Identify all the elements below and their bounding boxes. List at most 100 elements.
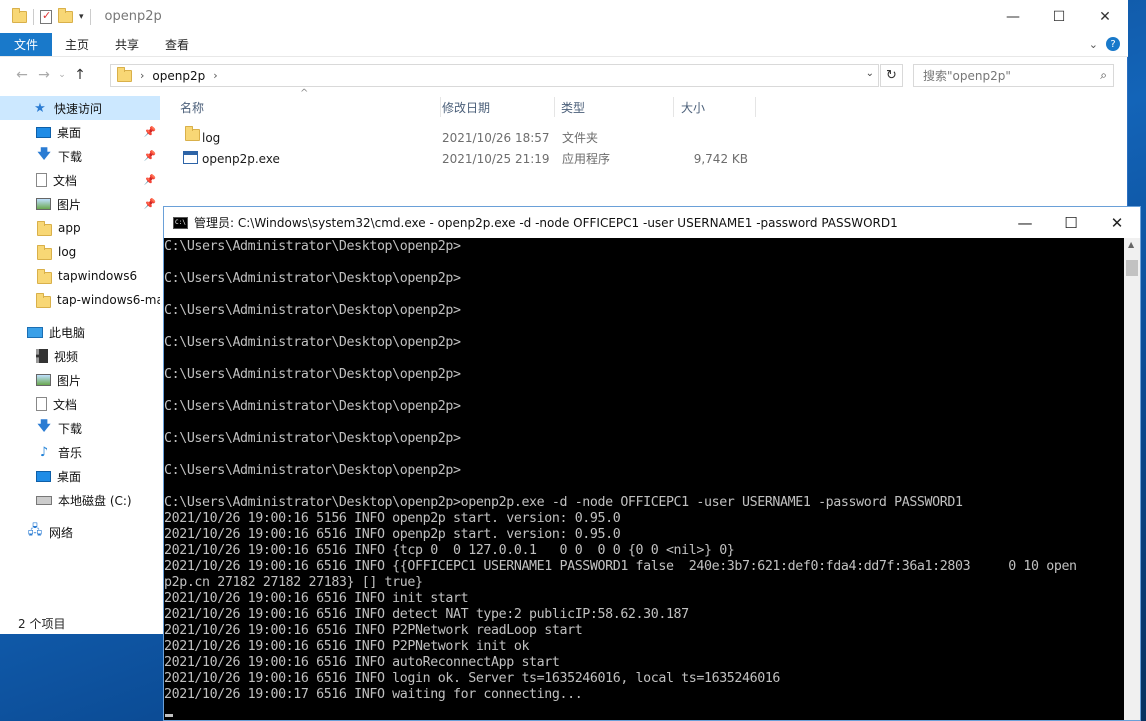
sidebar-item-label: 音乐	[58, 445, 83, 460]
file-date: 2021/10/25 21:19	[442, 151, 550, 166]
console-output[interactable]: C:\Users\Administrator\Desktop\openp2p> C…	[164, 238, 1124, 720]
sidebar-item-tapwindows6[interactable]: tapwindows6	[0, 264, 160, 288]
sidebar-item-label: 文档	[53, 173, 78, 188]
breadcrumb-openp2p[interactable]: openp2p	[152, 69, 205, 83]
folder-icon[interactable]	[12, 7, 27, 23]
pin-icon[interactable]: 📌	[144, 199, 156, 210]
new-folder-icon[interactable]	[58, 7, 73, 23]
sidebar-item-log[interactable]: log	[0, 240, 160, 264]
minimize-button[interactable]: —	[990, 0, 1036, 33]
cmd-window-controls: — ☐ ✕	[1002, 207, 1140, 238]
tab-file[interactable]: 文件	[0, 33, 53, 56]
console-line: 2021/10/26 19:00:17 6516 INFO waiting fo…	[164, 687, 583, 702]
sidebar-item-label: 此电脑	[49, 325, 86, 340]
download-icon: 🡇	[37, 419, 51, 434]
sidebar-item-videos[interactable]: 视频	[0, 344, 160, 368]
qat-dropdown-icon[interactable]: ▾	[79, 12, 84, 22]
cmd-icon[interactable]: C:\	[173, 216, 188, 229]
search-placeholder: 搜索"openp2p"	[923, 69, 1011, 83]
console-line: 2021/10/26 19:00:16 6516 INFO openp2p st…	[164, 527, 621, 542]
column-header-name[interactable]: 名称	[180, 95, 441, 119]
sidebar-item-pictures-pc[interactable]: 图片	[0, 368, 160, 392]
sidebar-item-app[interactable]: app	[0, 216, 160, 240]
file-row[interactable]: openp2p.exe 2021/10/25 21:19 应用程序 9,742 …	[180, 148, 770, 169]
console-line: C:\Users\Administrator\Desktop\openp2p>	[164, 335, 461, 350]
sidebar-item-tap-windows6-ma[interactable]: tap-windows6-ma	[0, 288, 160, 312]
folder-icon	[36, 268, 52, 284]
console-line: C:\Users\Administrator\Desktop\openp2p>	[164, 463, 461, 478]
sidebar-item-this-pc[interactable]: 此电脑	[0, 320, 160, 344]
expand-ribbon-icon[interactable]: ⌄	[1089, 38, 1098, 51]
sidebar-item-desktop[interactable]: 桌面 📌	[0, 120, 160, 144]
folder-icon	[36, 244, 52, 260]
up-arrow-icon[interactable]: ↑	[69, 67, 91, 83]
sidebar-item-music[interactable]: ♪ 音乐	[0, 440, 160, 464]
tab-view[interactable]: 查看	[152, 33, 202, 56]
sidebar-item-downloads-pc[interactable]: 🡇 下载	[0, 416, 160, 440]
console-line: 2021/10/26 19:00:16 6516 INFO login ok. …	[164, 671, 781, 686]
chevron-right-icon[interactable]: ›	[213, 69, 217, 82]
search-icon[interactable]: ⌕	[1100, 68, 1107, 83]
sidebar-item-label: 图片	[57, 197, 82, 212]
cmd-minimize-button[interactable]: —	[1002, 207, 1048, 238]
console-line: C:\Users\Administrator\Desktop\openp2p>	[164, 431, 461, 446]
console-line: p2p.cn 27182 27182 27183} [] true}	[164, 575, 423, 590]
sidebar-item-pictures[interactable]: 图片 📌	[0, 192, 160, 216]
sidebar-item-label: log	[58, 245, 77, 259]
cmd-maximize-button[interactable]: ☐	[1048, 207, 1094, 238]
console-line: C:\Users\Administrator\Desktop\openp2p>	[164, 271, 461, 286]
address-dropdown-icon[interactable]: ⌄	[866, 68, 874, 79]
forward-arrow-icon[interactable]: →	[33, 67, 55, 83]
scrollbar-thumb[interactable]	[1126, 260, 1138, 276]
qat-separator	[89, 8, 91, 25]
scroll-up-icon[interactable]: ▲	[1128, 240, 1134, 249]
pin-icon[interactable]: 📌	[144, 175, 156, 186]
exe-icon	[183, 151, 198, 167]
status-bar-item-count: 2 个项目	[18, 617, 66, 631]
close-button[interactable]: ✕	[1082, 0, 1128, 33]
recent-dropdown-icon[interactable]: ⌄	[55, 70, 69, 80]
back-arrow-icon[interactable]: ←	[11, 67, 33, 83]
sidebar-item-label: 快速访问	[54, 101, 103, 116]
sidebar-item-documents[interactable]: 文档 📌	[0, 168, 160, 192]
sidebar-item-label: app	[58, 221, 81, 235]
console-line: C:\Users\Administrator\Desktop\openp2p>	[164, 367, 461, 382]
file-row[interactable]: log 2021/10/26 18:57 文件夹	[180, 126, 770, 148]
sidebar-item-label: 下载	[58, 149, 83, 164]
sidebar-item-downloads[interactable]: 🡇 下载 📌	[0, 144, 160, 168]
console-line: C:\Users\Administrator\Desktop\openp2p>	[164, 239, 461, 254]
refresh-button[interactable]: ↻	[880, 64, 903, 87]
console-line: 2021/10/26 19:00:16 6516 INFO {tcp 0 0 1…	[164, 543, 735, 558]
sidebar-item-local-disk-c[interactable]: 本地磁盘 (C:)	[0, 488, 160, 512]
folder-icon	[117, 66, 132, 82]
maximize-button[interactable]: ☐	[1036, 0, 1082, 33]
column-header-date[interactable]: 修改日期	[442, 95, 555, 119]
window-title: openp2p	[104, 9, 162, 24]
sidebar-item-documents-pc[interactable]: 文档	[0, 392, 160, 416]
console-line: 2021/10/26 19:00:16 6516 INFO detect NAT…	[164, 607, 689, 622]
cmd-close-button[interactable]: ✕	[1094, 207, 1140, 238]
column-header-type[interactable]: 类型	[561, 95, 674, 119]
sidebar-item-network[interactable]: 🖧 网络	[0, 520, 160, 544]
console-line: C:\Users\Administrator\Desktop\openp2p>	[164, 303, 461, 318]
ribbon-tabs: 文件 主页 共享 查看 ⌄ ?	[0, 33, 1128, 57]
picture-icon	[36, 198, 51, 210]
tab-home[interactable]: 主页	[52, 33, 102, 56]
address-bar[interactable]: › openp2p › ⌄	[110, 64, 879, 87]
search-input[interactable]: 搜索"openp2p" ⌕	[913, 64, 1114, 87]
video-icon	[36, 349, 48, 363]
sidebar-item-quick-access[interactable]: ★ 快速访问	[0, 96, 160, 120]
pin-icon[interactable]: 📌	[144, 127, 156, 138]
chevron-right-icon[interactable]: ›	[140, 69, 144, 82]
cmd-scrollbar[interactable]: ▲	[1124, 238, 1140, 720]
help-icon[interactable]: ?	[1106, 37, 1120, 51]
sidebar-item-label: 视频	[54, 349, 79, 364]
column-header-size[interactable]: 大小	[681, 95, 756, 119]
file-name: log	[202, 130, 221, 145]
sidebar-item-desktop-pc[interactable]: 桌面	[0, 464, 160, 488]
properties-icon[interactable]	[40, 9, 52, 24]
pin-icon[interactable]: 📌	[144, 151, 156, 162]
tab-share[interactable]: 共享	[102, 33, 152, 56]
file-name: openp2p.exe	[202, 151, 280, 166]
file-date: 2021/10/26 18:57	[442, 130, 550, 145]
